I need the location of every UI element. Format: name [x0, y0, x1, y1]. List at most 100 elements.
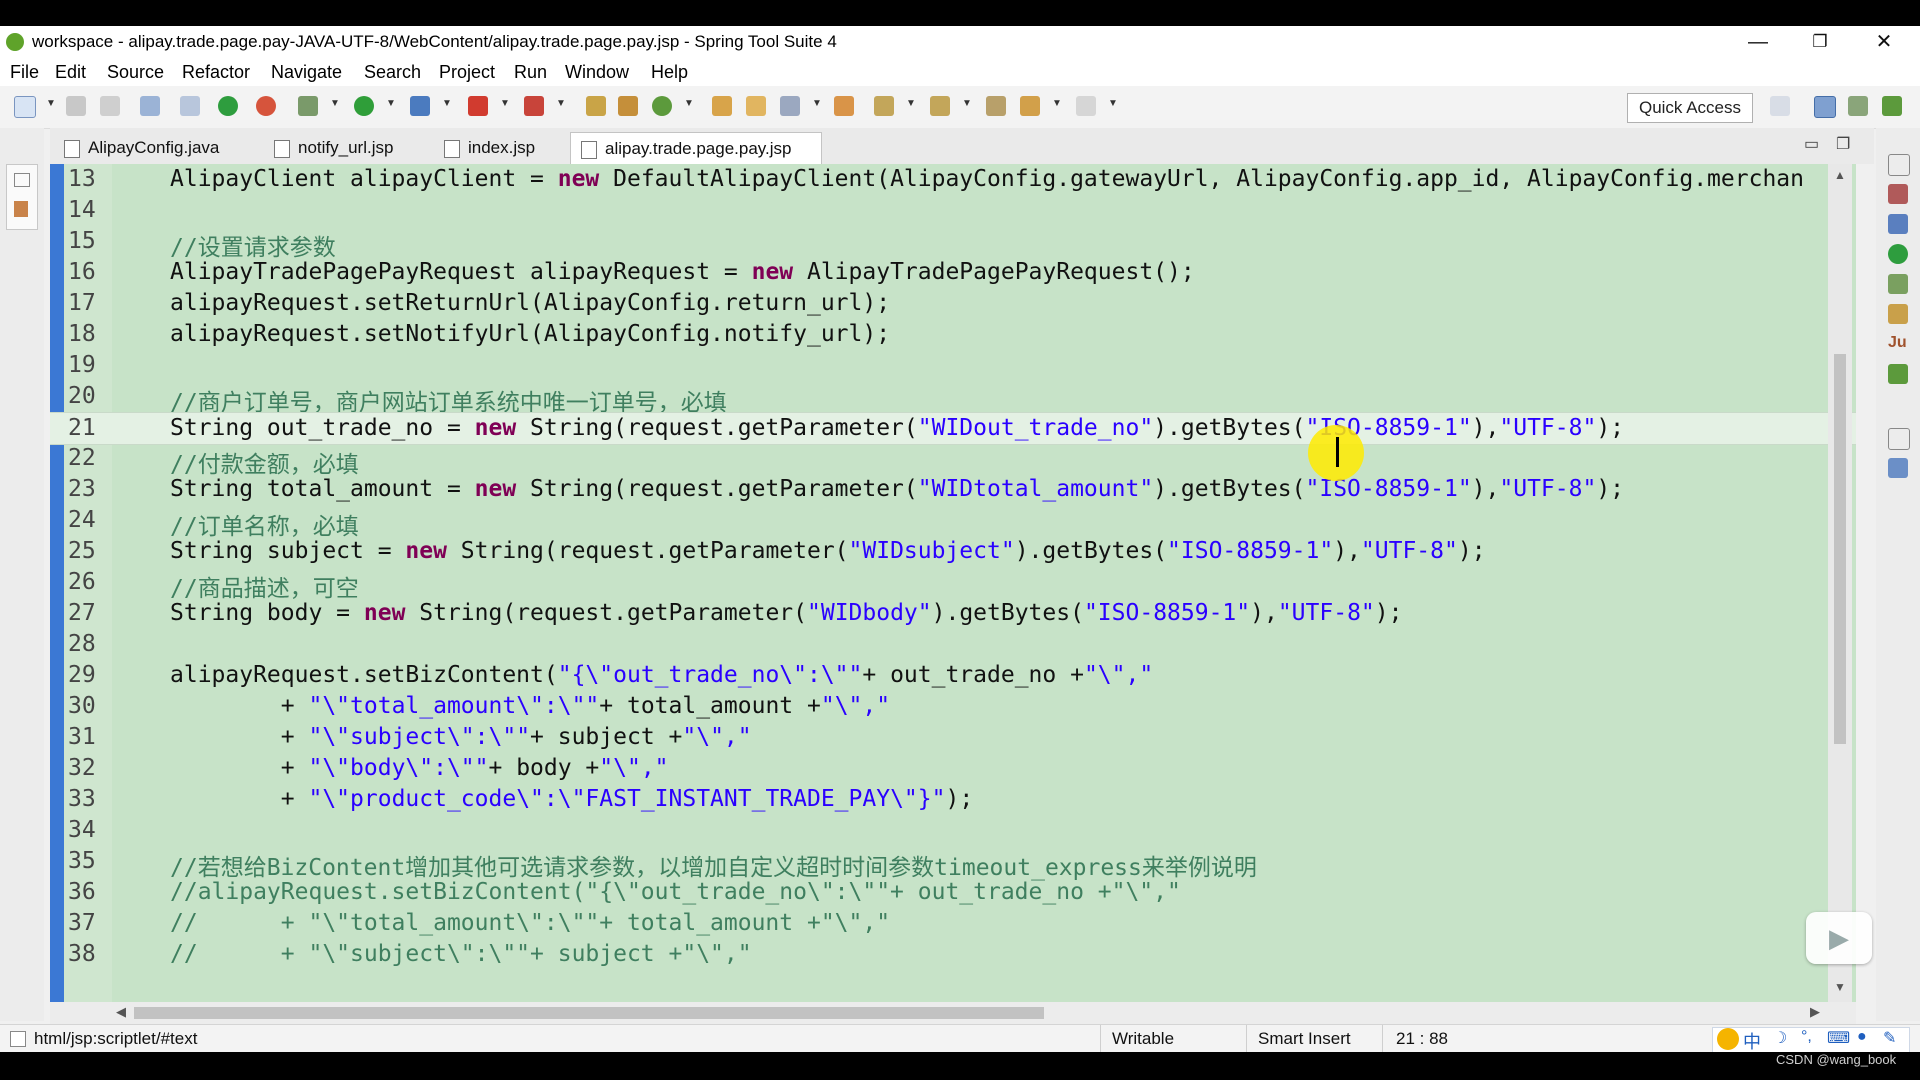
chevron-down-icon[interactable]: ▼ [386, 98, 396, 109]
code-line[interactable]: 36 //alipayRequest.setBizContent("{\"out_… [50, 877, 1856, 908]
open-type-icon[interactable] [712, 96, 732, 116]
code-text[interactable]: AlipayClient alipayClient = new DefaultA… [170, 166, 1804, 192]
menu-window[interactable]: Window [565, 62, 629, 83]
code-line[interactable]: 33 + "\"product_code\":\"FAST_INSTANT_TR… [50, 784, 1856, 815]
code-text[interactable]: // + "\"subject\":\""+ subject +"\"," [170, 941, 752, 967]
minimize-icon[interactable]: — [1730, 28, 1786, 56]
chevron-down-icon[interactable]: ▼ [1108, 98, 1118, 109]
last-edit-location-icon[interactable] [986, 96, 1006, 116]
status-cursor-position[interactable]: 21 : 88 [1396, 1029, 1448, 1049]
maximize-editor-icon[interactable]: ❐ [1836, 134, 1850, 154]
minimize-editor-icon[interactable]: ▭ [1804, 134, 1819, 154]
new-java-project-icon[interactable] [586, 96, 606, 116]
restore-view-icon[interactable] [14, 173, 30, 187]
restore-view-icon[interactable] [1888, 428, 1910, 450]
code-line[interactable]: 15//设置请求参数 [50, 226, 1856, 261]
quick-access-field[interactable]: Quick Access [1627, 93, 1753, 123]
ime-user-icon[interactable]: ● [1857, 1028, 1867, 1046]
menu-project[interactable]: Project [439, 62, 495, 83]
code-text[interactable]: alipayRequest.setReturnUrl(AlipayConfig.… [170, 290, 890, 316]
scroll-left-icon[interactable]: ◀ [116, 1004, 126, 1020]
properties-icon[interactable] [1888, 458, 1908, 478]
code-text[interactable]: String body = new String(request.getPara… [170, 600, 1402, 626]
servers-icon[interactable] [1888, 274, 1908, 294]
data-source-icon[interactable] [1888, 304, 1908, 324]
tab-index-jsp[interactable]: index.jsp [434, 132, 578, 164]
video-play-icon[interactable]: ▶ [1806, 912, 1872, 964]
code-line[interactable]: 35//若想给BizContent增加其他可选请求参数，以增加自定义超时时间参数… [50, 846, 1856, 881]
relaunch-icon[interactable] [256, 96, 276, 116]
skip-breakpoints-icon[interactable] [180, 96, 200, 116]
scroll-right-icon[interactable]: ▶ [1810, 1004, 1820, 1020]
code-line[interactable]: 29 alipayRequest.setBizContent("{\"out_tr… [50, 660, 1856, 691]
outline-icon[interactable] [1888, 184, 1908, 204]
status-insert-mode[interactable]: Smart Insert [1258, 1029, 1351, 1049]
code-line[interactable]: 19 [50, 350, 1856, 381]
open-task-icon[interactable] [834, 96, 854, 116]
code-line[interactable]: 16 AlipayTradePagePayRequest alipayReques… [50, 257, 1856, 288]
new-icon[interactable] [14, 96, 36, 118]
code-text[interactable]: // + "\"total_amount\":\""+ total_amount… [170, 910, 890, 936]
code-editor[interactable]: 13 AlipayClient alipayClient = new Defaul… [50, 164, 1856, 1002]
chevron-down-icon[interactable]: ▼ [46, 98, 56, 109]
scroll-up-icon[interactable]: ▲ [1834, 168, 1846, 182]
tab-alipay-trade-page-pay-jsp[interactable]: alipay.trade.page.pay.jsp ☒ [570, 132, 822, 190]
code-line[interactable]: 32 + "\"body\":\""+ body +"\"," [50, 753, 1856, 784]
horizontal-scrollbar[interactable]: ◀ ▶ [50, 1002, 1856, 1024]
menu-refactor[interactable]: Refactor [182, 62, 250, 83]
code-text[interactable]: String out_trade_no = new String(request… [170, 415, 1624, 441]
open-perspective-icon[interactable] [1770, 96, 1790, 116]
run-icon[interactable] [354, 96, 374, 116]
close-icon[interactable]: ✕ [1856, 28, 1912, 56]
code-text[interactable]: AlipayTradePagePayRequest alipayRequest … [170, 259, 1195, 285]
vertical-scroll-thumb[interactable] [1834, 354, 1846, 744]
code-line[interactable]: 14 [50, 195, 1856, 226]
new-class-icon[interactable] [652, 96, 672, 116]
tab-alipayconfig-java[interactable]: AlipayConfig.java [54, 132, 268, 164]
chevron-down-icon[interactable]: ▼ [684, 98, 694, 109]
stop-icon[interactable] [468, 96, 488, 116]
ime-language[interactable]: 中 [1743, 1028, 1761, 1052]
code-text[interactable]: String total_amount = new String(request… [170, 476, 1624, 502]
code-line[interactable]: 34 [50, 815, 1856, 846]
scroll-down-icon[interactable]: ▼ [1834, 980, 1846, 994]
task-list-icon[interactable] [1888, 214, 1908, 234]
code-line[interactable]: 38 // + "\"subject\":\""+ subject +"\"," [50, 939, 1856, 970]
chevron-down-icon[interactable]: ▼ [442, 98, 452, 109]
external-tools-icon[interactable] [410, 96, 430, 116]
code-line[interactable]: 22//付款金额，必填 [50, 443, 1856, 478]
debug-icon[interactable] [298, 96, 318, 116]
java-ee-perspective-icon[interactable] [1814, 96, 1836, 118]
code-line[interactable]: 37 // + "\"total_amount\":\""+ total_amou… [50, 908, 1856, 939]
next-annotation-icon[interactable] [874, 96, 894, 116]
menu-run[interactable]: Run [514, 62, 547, 83]
code-line[interactable]: 28 [50, 629, 1856, 660]
code-line[interactable]: 23 String total_amount = new String(reque… [50, 474, 1856, 505]
chevron-down-icon[interactable]: ▼ [330, 98, 340, 109]
back-arrow-icon[interactable] [1020, 96, 1040, 116]
ime-keyboard-icon[interactable]: ⌨ [1827, 1028, 1850, 1048]
code-text[interactable]: String subject = new String(request.getP… [170, 538, 1486, 564]
chevron-down-icon[interactable]: ▼ [962, 98, 972, 109]
code-text[interactable]: + "\"subject\":\""+ subject +"\"," [170, 724, 752, 750]
deploy-icon[interactable] [524, 96, 544, 116]
menu-file[interactable]: File [10, 62, 39, 83]
code-line[interactable]: 20//商户订单号，商户网站订单系统中唯一订单号，必填 [50, 381, 1856, 416]
code-line[interactable]: 17 alipayRequest.setReturnUrl(AlipayConfi… [50, 288, 1856, 319]
code-text[interactable]: + "\"product_code\":\"FAST_INSTANT_TRADE… [170, 786, 973, 812]
menu-source[interactable]: Source [107, 62, 164, 83]
forward-arrow-icon[interactable] [1076, 96, 1096, 116]
search-icon[interactable] [780, 96, 800, 116]
horizontal-scroll-thumb[interactable] [134, 1007, 1044, 1019]
spring-explorer-icon[interactable] [1888, 364, 1908, 384]
code-line[interactable]: 31 + "\"subject\":\""+ subject +"\"," [50, 722, 1856, 753]
save-all-icon[interactable] [100, 96, 120, 116]
terminal-icon[interactable] [140, 96, 160, 116]
code-line[interactable]: 24//订单名称，必填 [50, 505, 1856, 540]
restore-view-icon[interactable] [1888, 154, 1910, 176]
chevron-down-icon[interactable]: ▼ [906, 98, 916, 109]
debug-perspective-icon[interactable] [1848, 96, 1868, 116]
ime-settings-icon[interactable]: ✎ [1883, 1028, 1896, 1048]
chevron-down-icon[interactable]: ▼ [812, 98, 822, 109]
new-package-icon[interactable] [618, 96, 638, 116]
